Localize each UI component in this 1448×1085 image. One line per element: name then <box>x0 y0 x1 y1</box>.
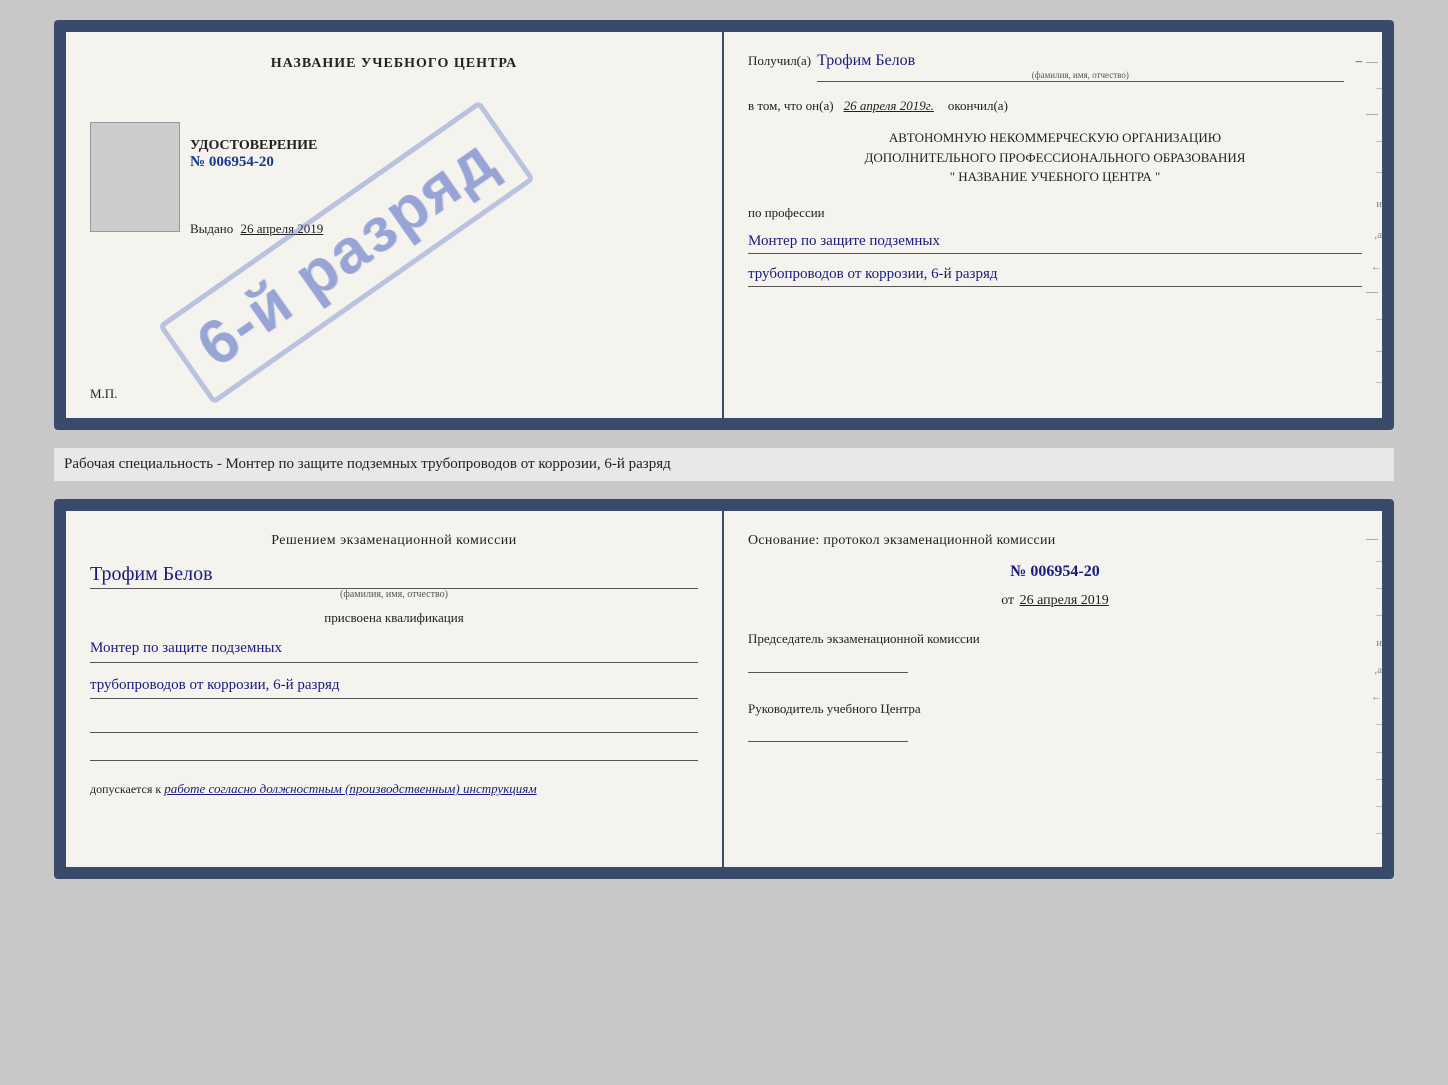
cert-vtom-label: в том, что он(а) <box>748 98 834 114</box>
exam-date: 26 апреля 2019 <box>1020 593 1109 608</box>
cert-org-name: " НАЗВАНИЕ УЧЕБНОГО ЦЕНТРА " <box>748 167 1362 187</box>
exam-left-page: Решением экзаменационной комиссии Трофим… <box>66 511 724 867</box>
cert-org-line2: ДОПОЛНИТЕЛЬНОГО ПРОФЕССИОНАЛЬНОГО ОБРАЗО… <box>748 148 1362 168</box>
cert-po-professii: по профессии <box>748 205 1362 221</box>
exam-head-block: Руководитель учебного Центра <box>748 699 1362 743</box>
exam-name-sublabel: (фамилия, имя, отчество) <box>90 589 698 600</box>
cert-left-page: НАЗВАНИЕ УЧЕБНОГО ЦЕНТРА 6-й разряд УДОС… <box>66 32 724 418</box>
cert-recipient-name: Трофим Белов (фамилия, имя, отчество) <box>817 52 1343 82</box>
exam-name-block: Трофим Белов (фамилия, имя, отчество) <box>90 563 698 600</box>
certificate-document: НАЗВАНИЕ УЧЕБНОГО ЦЕНТРА 6-й разряд УДОС… <box>54 20 1394 430</box>
cert-vydano: Выдано 26 апреля 2019 <box>190 221 698 237</box>
cert-dash1: – <box>1356 53 1363 69</box>
cert-mp: М.П. <box>90 376 698 402</box>
exam-chairman-label: Председатель экзаменационной комиссии <box>748 629 1362 649</box>
cert-profession-line2: трубопроводов от коррозии, 6-й разряд <box>748 262 1362 287</box>
cert-org-title: НАЗВАНИЕ УЧЕБНОГО ЦЕНТРА <box>90 56 698 72</box>
cert-org-line1: АВТОНОМНУЮ НЕКОММЕРЧЕСКУЮ ОРГАНИЗАЦИЮ <box>748 128 1362 148</box>
exam-allowed-text: работе согласно должностным (производств… <box>164 781 536 796</box>
exam-chairman-sign-line <box>748 653 908 673</box>
exam-qualification-line1: Монтер по защите подземных <box>90 636 698 663</box>
exam-extra-lines <box>90 717 698 761</box>
cert-udost-num: № 006954-20 <box>190 154 698 171</box>
exam-line-1 <box>90 717 698 733</box>
cert-poluchil-label: Получил(а) <box>748 53 811 69</box>
exam-document: Решением экзаменационной комиссии Трофим… <box>54 499 1394 879</box>
exam-recipient-name: Трофим Белов <box>90 563 698 589</box>
exam-head-label: Руководитель учебного Центра <box>748 699 1362 719</box>
cert-udost-block: УДОСТОВЕРЕНИЕ № 006954-20 <box>190 138 698 171</box>
cert-recipient-row: Получил(а) Трофим Белов (фамилия, имя, о… <box>748 52 1362 82</box>
info-strip-text: Рабочая специальность - Монтер по защите… <box>64 456 671 472</box>
cert-udost-label: УДОСТОВЕРЕНИЕ <box>190 138 698 154</box>
cert-profession-line1: Монтер по защите подземных <box>748 229 1362 254</box>
exam-side-lines: – – – и ,а ← – – – – – <box>1364 511 1382 867</box>
exam-chairman-block: Председатель экзаменационной комиссии <box>748 629 1362 673</box>
cert-photo <box>90 122 180 232</box>
exam-left-title: Решением экзаменационной комиссии <box>90 533 698 549</box>
cert-vydano-label: Выдано <box>190 221 233 236</box>
cert-right-page: Получил(а) Трофим Белов (фамилия, имя, о… <box>724 32 1382 418</box>
cert-org-block: АВТОНОМНУЮ НЕКОММЕРЧЕСКУЮ ОРГАНИЗАЦИЮ ДО… <box>748 128 1362 187</box>
side-line-3 <box>1366 292 1378 293</box>
cert-vtom-date: 26 апреля 2019г. <box>844 98 934 114</box>
exam-qualification-line2: трубопроводов от коррозии, 6-й разряд <box>90 673 698 700</box>
cert-vydano-date: 26 апреля 2019 <box>241 221 324 236</box>
side-line-1 <box>1366 62 1378 63</box>
exam-protocol-num: № 006954-20 <box>748 563 1362 581</box>
exam-date-prefix: от <box>1001 593 1014 608</box>
info-strip: Рабочая специальность - Монтер по защите… <box>54 448 1394 481</box>
exam-protocol-date: от 26 апреля 2019 <box>748 593 1362 609</box>
exam-right-title: Основание: протокол экзаменационной коми… <box>748 533 1362 549</box>
exam-allowed-prefix: допускается к <box>90 782 161 796</box>
exam-line-2 <box>90 745 698 761</box>
side-line-2 <box>1366 114 1378 115</box>
exam-head-sign-line <box>748 722 908 742</box>
exam-assigned-label: присвоена квалификация <box>90 610 698 626</box>
cert-vtom-row: в том, что он(а) 26 апреля 2019г. окончи… <box>748 98 1362 114</box>
cert-okonchil: окончил(а) <box>948 98 1008 114</box>
exam-allowed-block: допускается к работе согласно должностны… <box>90 781 698 797</box>
cert-side-lines: – – – и ,а ← – – – <box>1364 32 1382 418</box>
exam-right-page: Основание: протокол экзаменационной коми… <box>724 511 1382 867</box>
